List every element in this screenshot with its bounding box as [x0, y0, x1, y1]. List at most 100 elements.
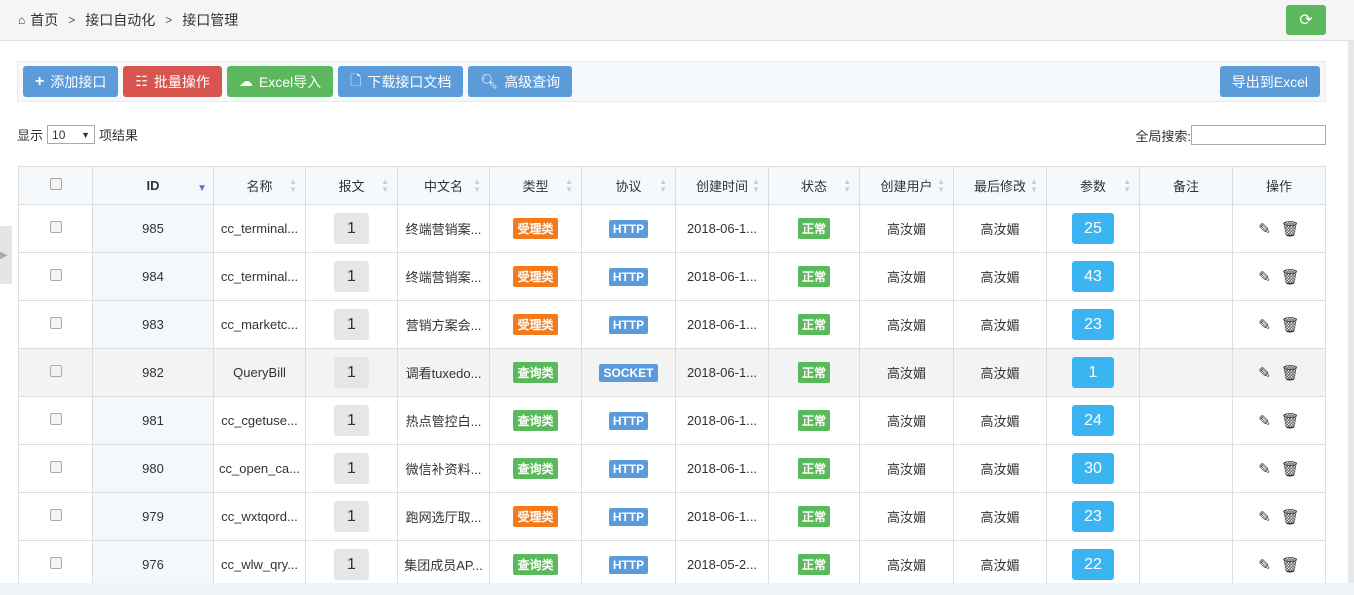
edit-pencil-icon[interactable]: ✎ — [1258, 317, 1271, 334]
column-header-10[interactable]: 参数 ▲ ▼ — [1046, 166, 1140, 205]
table-row[interactable]: 984 cc_terminal... 1 终端营销案... 受理类 HTTP 2018-06… — [18, 252, 1326, 301]
message-button[interactable]: 1 — [334, 213, 369, 244]
page-length-select[interactable]: 10 ▼ — [47, 125, 96, 144]
breadcrumb-home[interactable]: 首页 — [30, 10, 58, 30]
column-header-4[interactable]: 类型 ▲ ▼ — [489, 166, 582, 205]
message-button[interactable]: 1 — [334, 309, 369, 340]
export-excel-button[interactable]: 导出到Excel — [1219, 66, 1320, 97]
created-time-cell: 2018-06-1... — [675, 348, 769, 397]
table-row[interactable]: 979 cc_wxtqord... 1 跑网选厅取... 受理类 HTTP 2018-06-… — [18, 492, 1326, 541]
vertical-scrollbar[interactable] — [1348, 41, 1354, 586]
global-search-input[interactable] — [1191, 125, 1326, 145]
edit-pencil-icon[interactable]: ✎ — [1258, 557, 1271, 574]
created-time-cell: 2018-06-1... — [675, 252, 769, 301]
row-checkbox[interactable] — [49, 509, 62, 521]
download-doc-button[interactable]: 🗋 下载接口文档 — [338, 66, 464, 97]
sort-icon[interactable]: ▲ ▼ — [843, 178, 851, 194]
params-count-button[interactable]: 24 — [1072, 405, 1114, 436]
excel-import-button[interactable]: ☁ Excel导入 — [226, 66, 334, 97]
column-header-2[interactable]: 报文 ▲ ▼ — [305, 166, 398, 205]
delete-trash-icon[interactable]: 🗑 — [1281, 557, 1300, 574]
note-cell — [1139, 540, 1233, 589]
delete-trash-icon[interactable]: 🗑 — [1281, 509, 1300, 526]
row-checkbox[interactable] — [49, 461, 62, 473]
sort-desc-icon[interactable]: ▼ — [197, 183, 207, 194]
column-header-3[interactable]: 中文名 ▲ ▼ — [397, 166, 490, 205]
sort-icon[interactable]: ▲ ▼ — [381, 178, 389, 194]
params-cell: 22 — [1046, 540, 1140, 589]
delete-trash-icon[interactable]: 🗑 — [1281, 269, 1300, 286]
params-count-button[interactable]: 23 — [1072, 309, 1114, 340]
breadcrumb-api-automation[interactable]: 接口自动化 — [85, 10, 155, 30]
message-button[interactable]: 1 — [334, 549, 369, 580]
params-cell: 23 — [1046, 300, 1140, 349]
edit-pencil-icon[interactable]: ✎ — [1258, 365, 1271, 382]
edit-pencil-icon[interactable]: ✎ — [1258, 221, 1271, 238]
delete-trash-icon[interactable]: 🗑 — [1281, 221, 1300, 238]
column-header-5[interactable]: 协议 ▲ ▼ — [581, 166, 676, 205]
table-row[interactable]: 980 cc_open_ca... 1 微信补资料... 查询类 HTTP 2018-06-… — [18, 444, 1326, 493]
delete-trash-icon[interactable]: 🗑 — [1281, 365, 1300, 382]
edit-pencil-icon[interactable]: ✎ — [1258, 269, 1271, 286]
row-checkbox[interactable] — [49, 317, 62, 329]
message-button[interactable]: 1 — [334, 261, 369, 292]
message-button[interactable]: 1 — [334, 501, 369, 532]
params-count-button[interactable]: 25 — [1072, 213, 1114, 244]
params-count-button[interactable]: 22 — [1072, 549, 1114, 580]
row-checkbox[interactable] — [49, 269, 62, 281]
sort-icon[interactable]: ▲ ▼ — [289, 178, 297, 194]
column-header-1[interactable]: 名称 ▲ ▼ — [213, 166, 306, 205]
edit-pencil-icon[interactable]: ✎ — [1258, 413, 1271, 430]
column-header-6[interactable]: 创建时间 ▲ ▼ — [675, 166, 769, 205]
table-row[interactable]: 985 cc_terminal... 1 终端营销案... 受理类 HTTP 2018-06… — [18, 204, 1326, 253]
add-api-button[interactable]: + 添加接口 — [23, 66, 119, 97]
params-count-button[interactable]: 1 — [1072, 357, 1114, 388]
cloud-upload-icon: ☁ — [238, 73, 253, 89]
sort-icon[interactable]: ▲ ▼ — [473, 178, 481, 194]
params-count-button[interactable]: 30 — [1072, 453, 1114, 484]
row-checkbox[interactable] — [49, 221, 62, 233]
delete-trash-icon[interactable]: 🗑 — [1281, 317, 1300, 334]
table-row[interactable]: 976 cc_wlw_qry... 1 集团成员AP... 查询类 HTTP 2018-05… — [18, 540, 1326, 589]
batch-operation-button[interactable]: ☷ 批量操作 — [123, 66, 222, 97]
select-all-checkbox[interactable] — [49, 178, 62, 190]
delete-trash-icon[interactable]: 🗑 — [1281, 461, 1300, 478]
sort-icon[interactable]: ▲ ▼ — [752, 178, 760, 194]
delete-trash-icon[interactable]: 🗑 — [1281, 413, 1300, 430]
row-checkbox[interactable] — [49, 413, 62, 425]
sidebar-toggle[interactable]: ▶ — [0, 226, 12, 284]
column-header-8[interactable]: 创建用户 ▲ ▼ — [859, 166, 954, 205]
global-search-label: 全局搜索: — [1135, 128, 1191, 144]
refresh-button[interactable]: ⟳ — [1286, 5, 1326, 35]
row-checkbox[interactable] — [49, 557, 62, 569]
row-checkbox[interactable] — [49, 365, 62, 377]
column-header-9[interactable]: 最后修改 ▲ ▼ — [953, 166, 1047, 205]
message-button[interactable]: 1 — [334, 357, 369, 388]
message-button[interactable]: 1 — [334, 405, 369, 436]
table-row[interactable]: 982 QueryBill 1 调看tuxedo... 查询类 SOCKET 2018-06… — [18, 348, 1326, 397]
table-row[interactable]: 981 cc_cgetuse... 1 热点管控白... 查询类 HTTP 2018-06-… — [18, 396, 1326, 445]
advanced-query-button[interactable]: 🔍︎ 高级查询 — [468, 66, 573, 97]
column-header-7[interactable]: 状态 ▲ ▼ — [768, 166, 860, 205]
type-cell: 受理类 — [489, 492, 582, 541]
sort-icon[interactable]: ▲ ▼ — [1030, 178, 1038, 194]
actions-cell: ✎ 🗑 — [1232, 300, 1326, 349]
sort-icon[interactable]: ▲ ▼ — [1123, 178, 1131, 194]
sort-icon[interactable]: ▲ ▼ — [565, 178, 573, 194]
horizontal-scrollbar[interactable] — [0, 583, 1354, 595]
protocol-badge: HTTP — [608, 219, 649, 238]
breadcrumb-separator: > — [68, 13, 76, 27]
table-row[interactable]: 983 cc_marketc... 1 营销方案会... 受理类 HTTP 2018-06-… — [18, 300, 1326, 349]
edit-pencil-icon[interactable]: ✎ — [1258, 461, 1271, 478]
actions-cell: ✎ 🗑 — [1232, 204, 1326, 253]
type-badge: 查询类 — [513, 458, 558, 479]
column-header-0[interactable]: ID ▼ — [92, 166, 214, 205]
params-count-button[interactable]: 43 — [1072, 261, 1114, 292]
sort-icon[interactable]: ▲ ▼ — [937, 178, 945, 194]
status-cell: 正常 — [768, 300, 860, 349]
params-cell: 24 — [1046, 396, 1140, 445]
params-count-button[interactable]: 23 — [1072, 501, 1114, 532]
edit-pencil-icon[interactable]: ✎ — [1258, 509, 1271, 526]
sort-icon[interactable]: ▲ ▼ — [659, 178, 667, 194]
message-button[interactable]: 1 — [334, 453, 369, 484]
